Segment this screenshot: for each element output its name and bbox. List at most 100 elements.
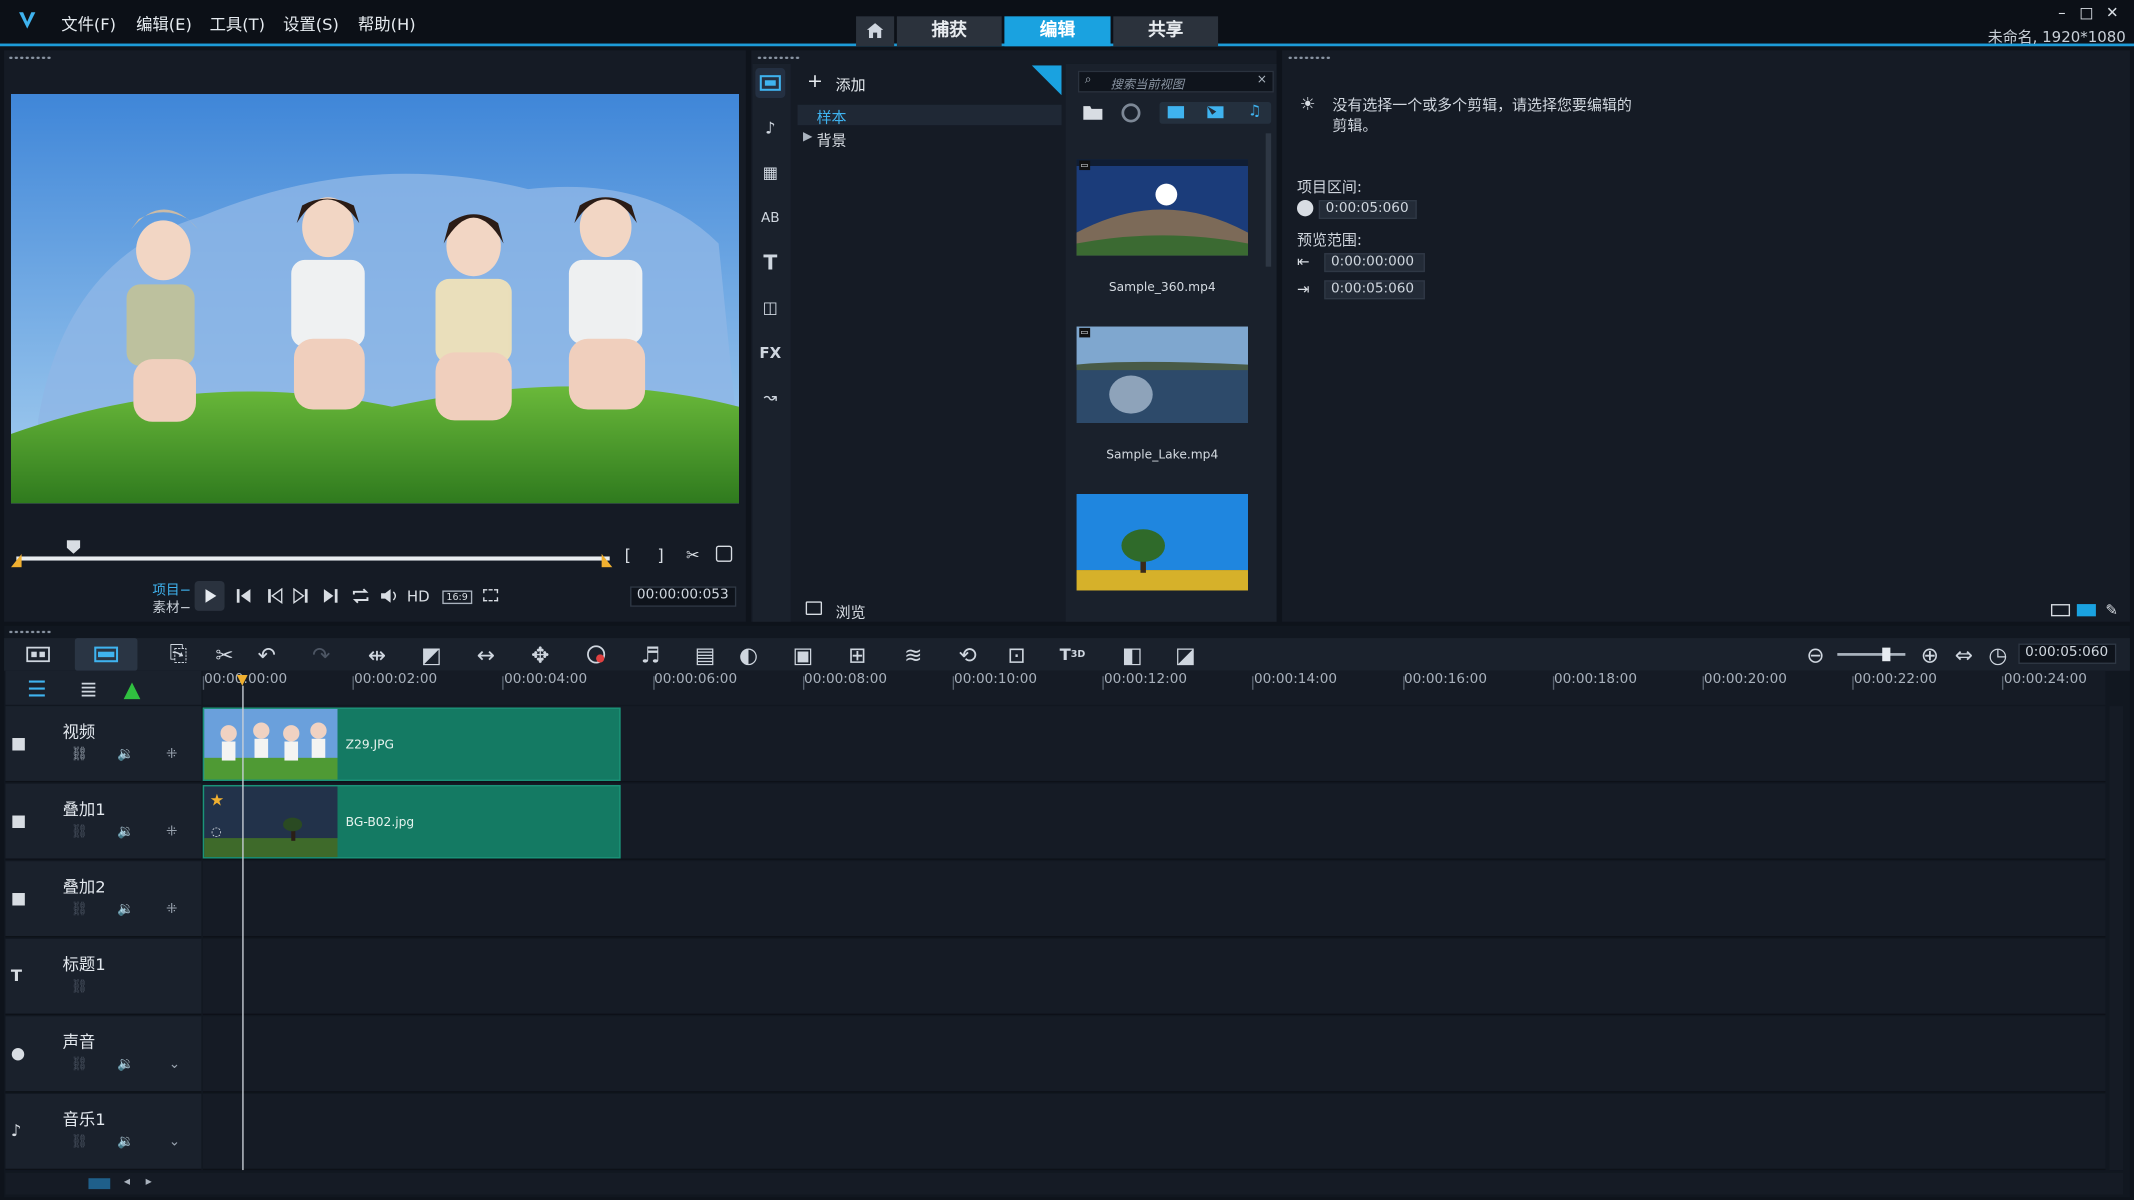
menu-settings[interactable]: 设置(S): [283, 12, 339, 35]
ripple-icon[interactable]: ⁜: [166, 824, 177, 839]
next-frame-icon[interactable]: [293, 587, 309, 605]
crop-icon[interactable]: ◩: [416, 639, 446, 669]
volume-icon[interactable]: [380, 588, 399, 604]
timeline-view-button[interactable]: [74, 638, 138, 671]
maximize-button[interactable]: □: [2077, 5, 2096, 21]
ripple-icon[interactable]: ⁜: [166, 747, 177, 762]
gallery-scrollbar[interactable]: [1265, 133, 1272, 267]
menu-edit[interactable]: 编辑(E): [136, 12, 192, 35]
menu-help[interactable]: 帮助(H): [358, 12, 416, 35]
add-folder-button[interactable]: 添加: [836, 73, 866, 95]
split-clip-icon[interactable]: ✂: [686, 546, 700, 565]
edit-icon[interactable]: ✎: [2105, 601, 2118, 619]
go-start-icon[interactable]: [235, 588, 251, 604]
blend-icon[interactable]: ◐: [734, 639, 764, 669]
link-icon[interactable]: ⛓: [71, 747, 88, 762]
tree-item-background[interactable]: 背景: [817, 129, 847, 151]
expand-icon[interactable]: ▶: [803, 131, 812, 145]
tree-item-sample[interactable]: 样本: [817, 106, 847, 128]
tools-icon[interactable]: ✂: [210, 639, 240, 669]
split-screen-icon[interactable]: ◪: [1170, 639, 1200, 669]
link-icon[interactable]: ⛓: [71, 980, 88, 995]
layout-icon[interactable]: [2050, 604, 2071, 617]
redo-icon[interactable]: ↷: [306, 639, 336, 669]
video-filter-icon[interactable]: [1167, 106, 1185, 119]
mode-clip[interactable]: 素材−: [152, 596, 191, 616]
chapter-list-icon[interactable]: ≣: [73, 673, 103, 703]
thumbnail-sample-360[interactable]: [1076, 159, 1249, 256]
mute-icon[interactable]: 🔉: [117, 824, 134, 839]
mute-icon[interactable]: 🔉: [117, 1057, 134, 1072]
browse-button[interactable]: 浏览: [836, 601, 866, 623]
resize-icon[interactable]: ✥: [525, 639, 555, 669]
play-button[interactable]: [194, 580, 225, 611]
fit-timeline-icon[interactable]: ⇔: [1949, 639, 1979, 669]
thumbnail-tree[interactable]: [1076, 493, 1249, 591]
range-end-field[interactable]: 0:00:05:060: [1324, 280, 1425, 300]
track-video[interactable]: Z29.JPG: [202, 706, 2106, 783]
tab-edit[interactable]: 编辑: [1004, 16, 1111, 47]
link-icon[interactable]: ⛓: [71, 1135, 88, 1150]
mark-in-button[interactable]: [: [625, 546, 631, 565]
minimize-button[interactable]: –: [2052, 5, 2071, 21]
mute-icon[interactable]: 🔉: [117, 747, 134, 762]
track-manager-icon[interactable]: ☰: [22, 673, 52, 703]
preview-window[interactable]: [10, 93, 740, 504]
resize-options-icon[interactable]: [483, 589, 499, 602]
layout-active-icon[interactable]: [2076, 604, 2096, 617]
track-title[interactable]: [202, 938, 2106, 1015]
link-icon[interactable]: ⛓: [71, 824, 88, 839]
instant-project-icon[interactable]: ♪: [755, 113, 785, 143]
expand-track-icon[interactable]: ⌄: [169, 1135, 180, 1150]
3d-title-icon[interactable]: T 3D: [1057, 639, 1087, 669]
zoom-out-icon[interactable]: ⊖: [1801, 639, 1831, 669]
go-end-icon[interactable]: [323, 588, 339, 604]
track-overlay2[interactable]: [202, 861, 2106, 938]
graphics-icon[interactable]: ◫: [755, 293, 785, 323]
path-icon[interactable]: ↝: [755, 382, 785, 412]
enlarge-icon[interactable]: [715, 545, 733, 562]
zoom-slider[interactable]: [1837, 653, 1906, 656]
fit-icon[interactable]: ⇹: [362, 639, 392, 669]
scroll-left-icon[interactable]: ◂: [124, 1176, 130, 1190]
mute-icon[interactable]: 🔉: [117, 1135, 134, 1150]
expand-track-icon[interactable]: ⌄: [169, 1057, 180, 1072]
mask-icon[interactable]: ◧: [1117, 639, 1147, 669]
film-icon[interactable]: ▤: [690, 639, 720, 669]
grid-icon[interactable]: ⊞: [842, 639, 872, 669]
timecode-display[interactable]: 00:00:00:053: [630, 586, 737, 607]
import-media-icon[interactable]: [1082, 103, 1104, 121]
stretch-icon[interactable]: ↔: [471, 639, 501, 669]
add-icon[interactable]: +: [807, 71, 823, 93]
trim-bar[interactable]: [16, 556, 610, 561]
filter-icon[interactable]: FX: [755, 337, 785, 367]
previous-frame-icon[interactable]: [267, 587, 283, 605]
range-start-field[interactable]: 0:00:00:000: [1324, 253, 1425, 273]
zoom-in-icon[interactable]: ⊕: [1915, 639, 1945, 669]
repeat-icon[interactable]: [351, 588, 370, 604]
link-icon[interactable]: ⛓: [71, 1057, 88, 1072]
tab-capture[interactable]: 捕获: [896, 16, 1002, 47]
ab-transition-icon[interactable]: AB: [755, 203, 785, 233]
search-field[interactable]: ⌕ 搜索当前视图 ×: [1077, 70, 1274, 93]
close-button[interactable]: ✕: [2103, 5, 2122, 21]
tracking-icon[interactable]: ⊡: [1002, 639, 1032, 669]
project-duration-field[interactable]: 0:00:05:060: [1318, 200, 1417, 220]
thumbnail-sample-lake[interactable]: [1076, 326, 1249, 424]
zoom-slider-thumb[interactable]: [1882, 647, 1891, 662]
audio-mixer-icon[interactable]: ♬: [636, 639, 666, 669]
track-music[interactable]: [202, 1093, 2106, 1171]
hd-preview-toggle[interactable]: HD: [407, 588, 430, 606]
tab-share[interactable]: 共享: [1113, 16, 1219, 47]
color-icon[interactable]: [581, 639, 611, 669]
storyboard-view-icon[interactable]: [23, 639, 53, 669]
media-icon[interactable]: [755, 68, 786, 98]
mark-out-button[interactable]: ]: [657, 546, 663, 565]
audio-filter-icon[interactable]: ♫: [1248, 102, 1261, 120]
motion-icon[interactable]: ≋: [898, 639, 928, 669]
timeline-ruler[interactable]: 00:00:00:00 00:00:02:00 00:00:04:00 00:00:0…: [202, 670, 2106, 705]
track-voice[interactable]: [202, 1016, 2106, 1093]
menu-tools[interactable]: 工具(T): [210, 12, 265, 35]
home-button[interactable]: [856, 16, 895, 47]
subtitle-icon[interactable]: ▣: [788, 639, 818, 669]
